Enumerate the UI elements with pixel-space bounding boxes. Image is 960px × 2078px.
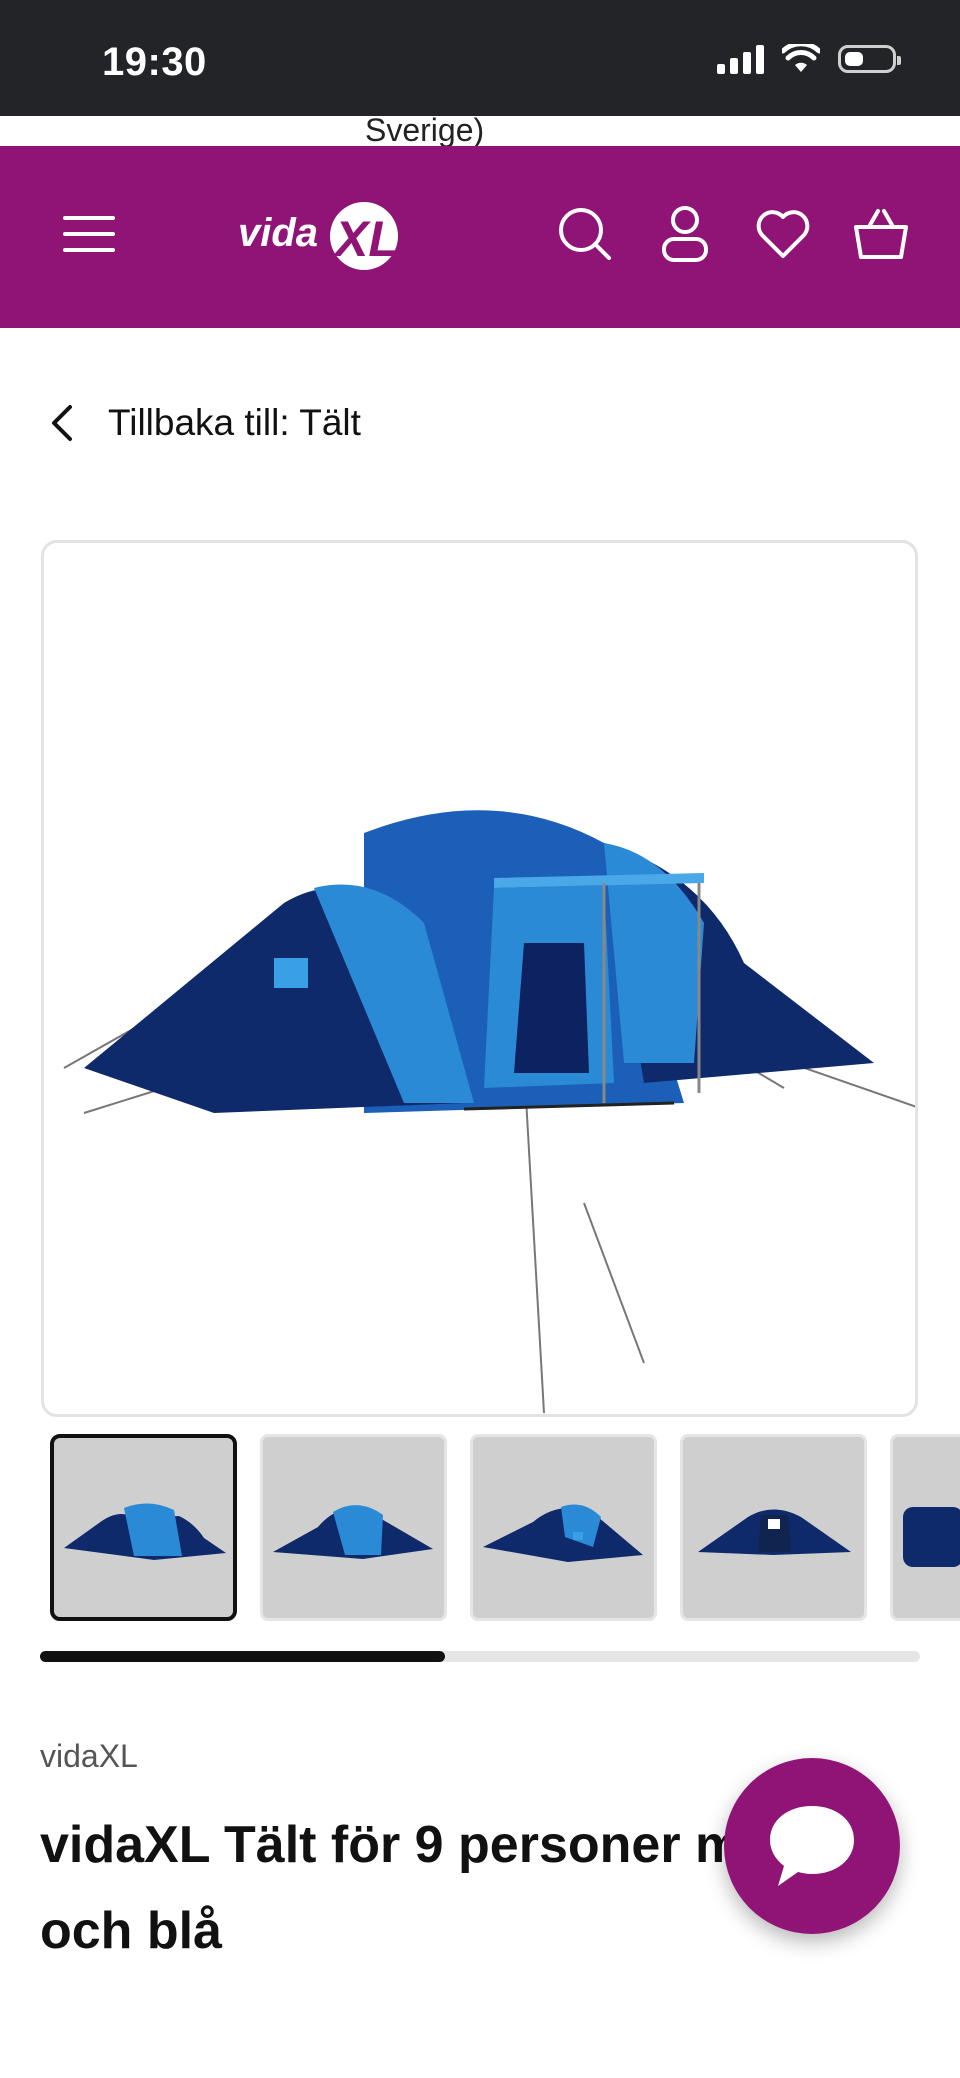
product-main-image[interactable] xyxy=(41,540,918,1417)
search-icon xyxy=(559,208,611,260)
vidaxl-logo[interactable]: vida XL xyxy=(236,196,406,276)
chat-bubble-icon xyxy=(770,1806,854,1886)
browser-url-strip: Sverige) xyxy=(0,116,960,146)
thumbnail-4[interactable] xyxy=(680,1434,867,1621)
tent-image xyxy=(63,810,915,1414)
wifi-icon xyxy=(782,44,820,72)
status-icons xyxy=(717,44,901,74)
thumbnail-2[interactable] xyxy=(260,1434,447,1621)
url-text: Sverige) xyxy=(365,116,485,146)
gallery-scroll-progress-fill xyxy=(40,1651,445,1662)
account-button[interactable] xyxy=(650,196,720,272)
status-bar: 19:30 xyxy=(0,0,960,116)
user-icon xyxy=(662,206,708,262)
cellular-signal-icon xyxy=(717,44,764,74)
menu-button[interactable] xyxy=(54,196,124,272)
cart-button[interactable] xyxy=(846,196,916,272)
chat-button[interactable] xyxy=(724,1758,900,1934)
thumbnail-carousel[interactable] xyxy=(0,1430,960,1625)
status-time: 19:30 xyxy=(102,40,207,84)
site-header: vida XL xyxy=(0,146,960,328)
svg-text:XL: XL xyxy=(332,211,399,267)
gallery-scroll-progress xyxy=(40,1651,920,1662)
chevron-left-icon xyxy=(52,405,72,441)
basket-icon xyxy=(854,209,908,259)
hamburger-menu-icon xyxy=(63,216,115,252)
search-button[interactable] xyxy=(550,196,620,272)
wishlist-button[interactable] xyxy=(748,196,818,272)
back-link-label: Tillbaka till: Tält xyxy=(108,402,361,443)
back-link[interactable]: Tillbaka till: Tält xyxy=(50,396,361,450)
svg-text:vida: vida xyxy=(238,211,318,255)
thumbnail-5[interactable] xyxy=(890,1434,960,1621)
thumbnail-1[interactable] xyxy=(50,1434,237,1621)
heart-icon xyxy=(756,210,810,258)
battery-icon xyxy=(838,45,901,73)
product-brand[interactable]: vidaXL xyxy=(40,1738,138,1775)
thumbnail-3[interactable] xyxy=(470,1434,657,1621)
